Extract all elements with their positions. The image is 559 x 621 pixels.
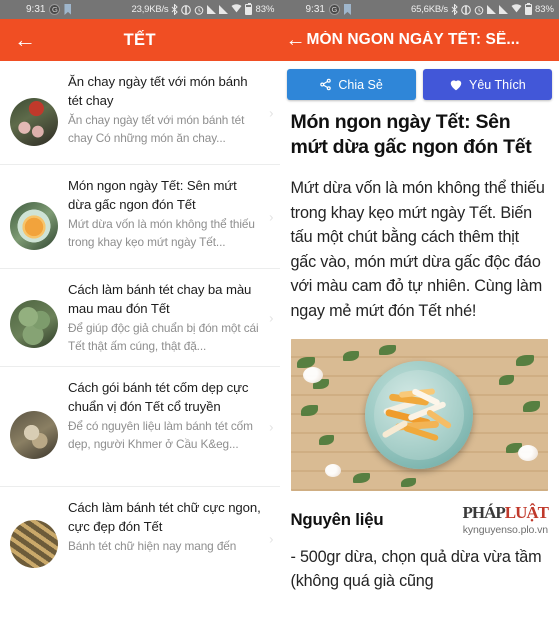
status-time: 9:31 [26,4,46,15]
list-item-title: Món ngon ngày Tết: Sên mứt dừa gấc ngon … [68,178,237,212]
vibrate-icon [181,4,192,15]
signal-bars-icon [207,5,217,14]
ingredients-section-header: Nguyên liệu PHÁPLUẬT kynguyenso.plo.vn [290,503,550,536]
back-arrow-icon[interactable]: ← [8,29,42,51]
status-time: 9:31 [305,4,325,15]
list-item-subtitle: Mứt dừa vốn là món không thể thiếu trong… [68,217,255,249]
dual-screenshot-container: 9:31 G 23,9KB/s 83% ← TẾT Ăn chay ngày t… [0,0,559,621]
list-item-text: Ăn chay ngày tết với món bánh tét chay Ă… [68,72,276,147]
share-icon [319,78,332,91]
list-item[interactable]: Món ngon ngày Tết: Sên mứt dừa gấc ngon … [0,165,280,269]
heart-icon [449,78,463,91]
list-item-title: Cách gói bánh tét cốm dẹp cực chuẩn vị đ… [68,380,249,414]
article-headline: Món ngon ngày Tết: Sên mứt dừa gấc ngon … [290,111,532,158]
chevron-right-icon: › [269,531,274,547]
article-thumbnail [10,300,58,348]
watermark: PHÁPLUẬT kynguyenso.plo.vn [462,503,549,536]
list-item-text: Cách làm bánh tét chữ cực ngon, cực đẹp … [68,498,276,555]
list-item-subtitle: Ăn chay ngày tết với món bánh tét chay C… [68,113,245,145]
watermark-logo-part2: LUẬT [504,503,549,522]
watermark-logo-part1: PHÁP [462,503,505,522]
article-thumbnail [10,411,58,459]
alarm-icon [474,5,484,15]
article-body: Món ngon ngày Tết: Sên mứt dừa gấc ngon … [280,106,559,594]
list-item-text: Món ngon ngày Tết: Sên mứt dừa gấc ngon … [68,176,276,251]
app-bar-row: ← MÓN NGON NGÀY TẾT: SÊ... [286,30,559,50]
article-thumbnail [10,98,58,146]
left-app-bar: ← TẾT [0,19,280,61]
battery-level-label: 83% [534,4,554,15]
status-bar-left-group: 9:31 G [0,4,72,15]
watermark-url: kynguyenso.plo.vn [462,524,548,536]
section-heading: Nguyên liệu [290,510,384,529]
bookmark-icon [64,4,72,15]
list-item-title: Cách làm bánh tét chay ba màu mau mau đó… [68,282,252,316]
signal-bars-icon [486,5,496,14]
left-status-bar: 9:31 G 23,9KB/s 83% [0,0,280,19]
chevron-right-icon: › [269,310,274,325]
signal-bars-icon-2 [219,5,229,14]
list-item-title: Ăn chay ngày tết với món bánh tét chay [68,74,248,108]
chevron-right-icon: › [269,419,274,434]
right-app-bar: ← MÓN NGON NGÀY TẾT: SÊ... [279,19,559,61]
list-item[interactable]: Cách gói bánh tét cốm dẹp cực chuẩn vị đ… [0,367,280,487]
article-thumbnail [10,520,58,568]
left-pane-article-list: 9:31 G 23,9KB/s 83% ← TẾT Ăn chay ngày t… [0,0,280,621]
network-speed-label: 65,6KB/s [411,4,448,15]
signal-bars-icon-2 [498,5,508,14]
list-item-text: Cách gói bánh tét cốm dẹp cực chuẩn vị đ… [68,378,276,453]
watermark-logo: PHÁPLUẬT [462,503,549,522]
wifi-icon [511,3,522,16]
list-item-subtitle: Bánh tét chữ hiện nay mang đến [68,539,237,553]
vibrate-icon [461,4,471,15]
right-status-bar: 9:31 G 65,6KB/s 83% [279,0,559,19]
alarm-icon [194,5,204,15]
list-item-subtitle: Để có nguyên liệu làm bánh tét cốm dẹp, … [68,419,253,451]
google-badge-icon: G [328,4,340,15]
battery-icon [524,2,532,15]
list-item-text: Cách làm bánh tét chay ba màu mau mau đó… [68,280,276,355]
bookmark-icon [343,4,351,15]
coconut-candy-shape [381,387,457,444]
favorite-button[interactable]: Yêu Thích [422,69,552,100]
google-badge-icon: G [49,4,61,15]
battery-level-label: 83% [255,4,275,15]
article-page-title: MÓN NGON NGÀY TẾT: SÊ... [306,31,520,48]
chevron-right-icon: › [269,209,274,224]
bluetooth-icon [171,4,179,15]
bluetooth-icon [451,4,458,15]
article-list: Ăn chay ngày tết với món bánh tét chay Ă… [0,61,280,591]
wifi-icon [231,3,242,16]
favorite-button-label: Yêu Thích [468,77,526,92]
article-intro-paragraph: Mứt dừa vốn là món không thể thiếu trong… [290,179,545,320]
status-bar-right-group: 65,6KB/s 83% [411,2,554,16]
list-item[interactable]: Cách làm bánh tét chay ba màu mau mau đó… [0,269,280,367]
ingredient-line: - 500gr dừa, chọn quả dừa vừa tầm (không… [290,547,542,591]
list-item-subtitle: Để giúp độc giả chuẩn bị đón một cái Tết… [68,321,259,353]
list-item[interactable]: Cách làm bánh tét chữ cực ngon, cực đẹp … [0,487,280,591]
right-pane-article-detail: 9:31 G 65,6KB/s 83% ← MÓN NGON NGÀY TẾT:… [279,0,559,621]
article-thumbnail [10,202,58,250]
network-speed-label: 23,9KB/s [131,4,169,15]
status-bar-right-group: 23,9KB/s 83% [131,2,275,16]
food-photo [290,339,548,491]
action-button-row: Chia Sẻ Yêu Thích [280,61,559,106]
list-item[interactable]: Ăn chay ngày tết với món bánh tét chay Ă… [0,61,280,165]
status-bar-left-group: 9:31 G [280,4,351,15]
share-button-label: Chia Sẻ [338,77,383,92]
back-arrow-icon[interactable]: ← [286,30,306,50]
article-image [290,339,548,491]
battery-icon [245,2,253,15]
list-item-title: Cách làm bánh tét chữ cực ngon, cực đẹp … [68,500,261,534]
chevron-right-icon: › [269,105,274,120]
share-button[interactable]: Chia Sẻ [286,69,416,100]
